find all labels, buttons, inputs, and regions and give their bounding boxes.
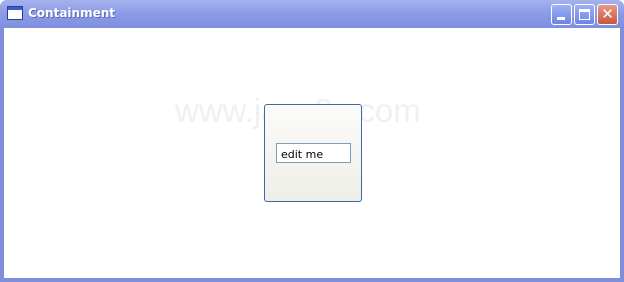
minimize-icon <box>557 17 565 20</box>
close-button[interactable]: ✕ <box>597 4 618 25</box>
maximize-icon <box>579 9 590 20</box>
title-bar[interactable]: Containment ✕ <box>0 0 624 28</box>
edit-textbox[interactable] <box>276 143 351 163</box>
maximize-button[interactable] <box>574 4 595 25</box>
close-icon: ✕ <box>601 5 614 23</box>
window-icon <box>7 6 23 20</box>
client-area: www.java2s.com <box>4 28 620 278</box>
window-title: Containment <box>28 6 116 20</box>
minimize-button[interactable] <box>551 4 572 25</box>
app-window: Containment ✕ www.java2s.com <box>0 0 624 282</box>
containment-panel <box>264 104 362 202</box>
